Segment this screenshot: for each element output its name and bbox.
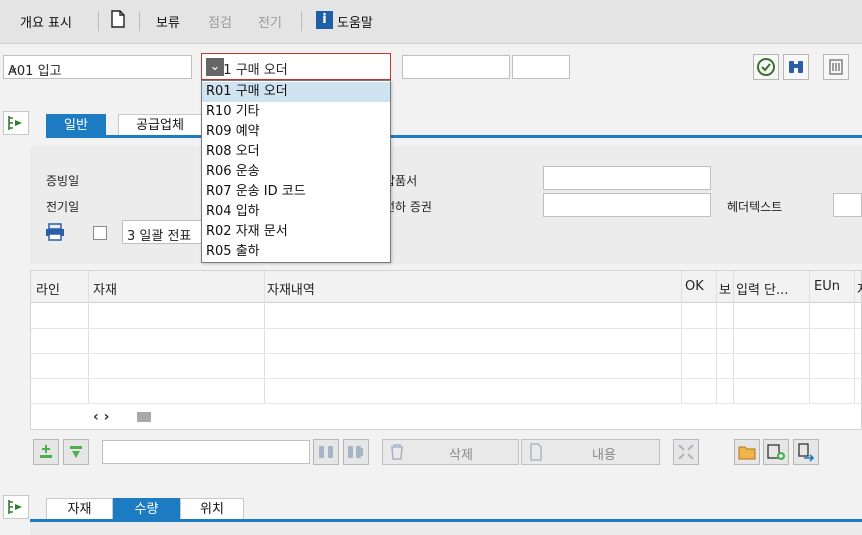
column-header-material[interactable]: 자재 — [93, 279, 117, 298]
post-date-label: 전기일 — [46, 200, 80, 214]
column-divider — [809, 271, 810, 403]
filter-icon[interactable] — [63, 439, 89, 465]
execute-icon[interactable] — [753, 54, 779, 80]
dropdown-option[interactable]: R04 입하 — [202, 202, 390, 222]
bill-of-lading-input[interactable] — [543, 193, 711, 217]
tab-location[interactable]: 위치 — [180, 498, 244, 520]
transfer-icon[interactable] — [793, 439, 819, 465]
column-divider — [716, 271, 717, 403]
dropdown-option[interactable]: R06 운송 — [202, 162, 390, 182]
toolbar-separator — [301, 11, 302, 31]
column-header-line[interactable]: 라인 — [36, 279, 60, 298]
column-divider — [854, 271, 855, 403]
column-divider — [264, 271, 265, 403]
document-icon — [530, 443, 542, 461]
table-row[interactable] — [31, 403, 861, 404]
print-option-value: 3 일괄 전표 — [127, 229, 192, 244]
tab-material[interactable]: 자재 — [46, 498, 113, 520]
column-header-keep[interactable]: 보 — [719, 279, 731, 298]
expand-header-icon[interactable] — [3, 111, 29, 135]
items-table: 라인 자재 자재내역 OK 보 입력 단... EUn 저 ‹ › — [30, 270, 862, 430]
new-document-icon[interactable] — [110, 10, 126, 32]
dropdown-option[interactable]: R07 운송 ID 코드 — [202, 182, 390, 202]
toolbar-separator — [98, 11, 99, 31]
reference-number-input[interactable] — [402, 55, 510, 79]
column-header-eun[interactable]: EUn — [814, 279, 840, 294]
scroll-arrows[interactable]: ‹ › — [93, 409, 109, 425]
scrollbar-thumb[interactable] — [137, 412, 151, 422]
help-button[interactable]: 도움말 — [337, 12, 373, 31]
dropdown-option[interactable]: R01 구매 오더 — [202, 82, 390, 102]
tab-general[interactable]: 일반 — [46, 114, 106, 136]
delivery-note-input[interactable] — [543, 166, 711, 190]
print-option-select[interactable]: 3 일괄 전표 — [122, 220, 202, 244]
calculator-icon[interactable] — [823, 54, 849, 80]
dropdown-option[interactable]: R08 오더 — [202, 142, 390, 162]
binoculars-icon[interactable] — [783, 54, 809, 80]
chevron-down-icon[interactable]: ⌄ — [206, 58, 224, 76]
tab-supplier[interactable]: 공급업체 — [118, 114, 202, 136]
transaction-select[interactable]: A01 입고 ⌄ — [3, 55, 192, 79]
folder-icon[interactable] — [734, 439, 760, 465]
column-header-storage[interactable]: 저 — [857, 279, 862, 298]
hold-button[interactable]: 보류 — [156, 12, 180, 31]
bill-of-lading-label: 선하 증권 — [384, 200, 432, 214]
delete-label: 삭제 — [449, 448, 473, 463]
reference-item-input[interactable] — [512, 55, 570, 79]
post-button[interactable]: 전기 — [258, 12, 282, 31]
delete-button[interactable]: 삭제 — [382, 439, 519, 465]
dropdown-option[interactable]: R05 출하 — [202, 242, 390, 262]
expand-detail-icon[interactable] — [3, 495, 29, 519]
printer-icon[interactable] — [44, 222, 66, 242]
tab-underline — [46, 135, 862, 138]
header-text-label: 헤더텍스트 — [727, 200, 783, 214]
find-icon[interactable] — [313, 439, 339, 465]
column-header-material-desc[interactable]: 자재내역 — [267, 279, 315, 298]
content-button[interactable]: 내용 — [521, 439, 660, 465]
content-label: 내용 — [592, 448, 616, 463]
table-row[interactable] — [31, 378, 861, 379]
reference-select[interactable]: R01 구매 오더 ⌄ — [201, 53, 391, 80]
column-divider — [88, 271, 89, 403]
dropdown-option[interactable]: R02 자재 문서 — [202, 222, 390, 242]
add-row-icon[interactable] — [33, 439, 59, 465]
application-toolbar: 개요 표시 보류 점검 전기 i 도움말 — [0, 0, 862, 44]
table-row[interactable] — [31, 353, 861, 354]
print-checkbox[interactable] — [93, 226, 107, 240]
table-row[interactable] — [31, 328, 861, 329]
column-header-ok[interactable]: OK — [685, 279, 704, 294]
chevron-down-icon: ⌄ — [8, 60, 19, 75]
add-item-icon[interactable] — [763, 439, 789, 465]
header-text-input[interactable] — [833, 193, 862, 217]
dropdown-option[interactable]: R09 예약 — [202, 122, 390, 142]
tab-quantity[interactable]: 수량 — [113, 498, 180, 520]
column-divider — [681, 271, 682, 403]
column-header-entry-unit[interactable]: 입력 단... — [736, 279, 788, 298]
overview-button[interactable]: 개요 표시 — [20, 12, 72, 31]
reference-dropdown-list[interactable]: R01 구매 오더 R10 기타 R09 예약 R08 오더 R06 운송 R0… — [201, 80, 391, 263]
find-next-icon[interactable] — [343, 439, 369, 465]
doc-date-label: 증빙일 — [46, 174, 80, 188]
expand-all-icon[interactable] — [673, 439, 699, 465]
info-icon[interactable]: i — [316, 11, 333, 29]
toolbar-separator — [139, 11, 140, 31]
detail-panel — [30, 522, 862, 535]
search-input[interactable] — [102, 440, 310, 464]
check-button[interactable]: 점검 — [208, 12, 232, 31]
dropdown-option[interactable]: R10 기타 — [202, 102, 390, 122]
trash-icon — [391, 444, 403, 460]
column-divider — [733, 271, 734, 403]
